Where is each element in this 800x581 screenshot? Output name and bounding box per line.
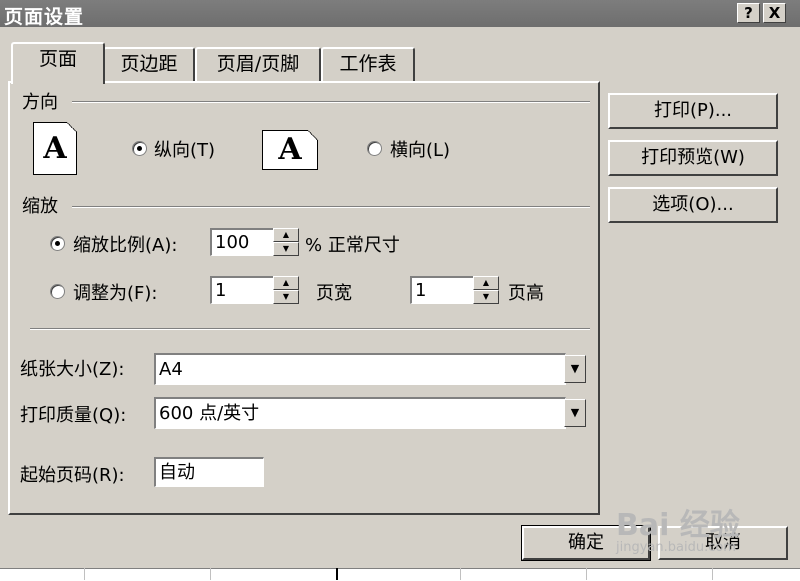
sheet-gridline xyxy=(336,568,338,580)
sheet-gridline xyxy=(84,568,85,580)
portrait-label[interactable]: 纵向(T) xyxy=(154,136,215,162)
sheet-gridline xyxy=(586,568,587,580)
sheet-gridline xyxy=(210,568,211,580)
fit-to-radio[interactable] xyxy=(50,284,65,299)
paper-size-label: 纸张大小(Z): xyxy=(20,359,125,380)
spin-up-icon[interactable]: ▲ xyxy=(473,276,499,290)
title-bar xyxy=(0,0,800,27)
adjust-to-radio[interactable] xyxy=(50,236,65,251)
baidu-watermark-logo: Bai 经验 xyxy=(616,508,740,543)
orientation-group-label: 方向 xyxy=(22,92,58,113)
orientation-divider xyxy=(72,101,590,103)
tab-header-footer[interactable]: 页眉/页脚 xyxy=(195,47,321,81)
options-button[interactable]: 选项(O)... xyxy=(608,187,778,223)
scaling-divider xyxy=(72,206,590,208)
tab-page[interactable]: 页面 xyxy=(11,42,105,84)
landscape-label[interactable]: 横向(L) xyxy=(390,136,450,162)
paper-size-select[interactable]: A4 xyxy=(154,353,566,385)
first-page-number-input[interactable]: 自动 xyxy=(154,457,264,487)
percent-normal-size-label: % 正常尺寸 xyxy=(305,235,400,256)
pages-wide-spinner[interactable]: ▲ ▼ xyxy=(273,276,299,304)
scale-percent-spinner[interactable]: ▲ ▼ xyxy=(273,228,299,256)
window-title: 页面设置 xyxy=(4,6,85,28)
portrait-radio[interactable] xyxy=(132,141,147,156)
watermark-url: jingyan.baidu.com xyxy=(616,540,736,555)
section-divider xyxy=(30,328,590,330)
pages-wide-label: 页宽 xyxy=(316,283,352,304)
spin-up-icon[interactable]: ▲ xyxy=(273,276,299,290)
portrait-page-icon: A xyxy=(33,122,77,175)
paper-size-dropdown-icon[interactable]: ▼ xyxy=(564,355,586,383)
tab-sheet[interactable]: 工作表 xyxy=(321,47,415,81)
spin-up-icon[interactable]: ▲ xyxy=(273,228,299,242)
sheet-gridline xyxy=(712,568,713,580)
help-button[interactable]: ? xyxy=(737,3,760,23)
first-page-number-label: 起始页码(R): xyxy=(20,465,125,486)
print-button[interactable]: 打印(P)... xyxy=(608,93,778,129)
tab-margins[interactable]: 页边距 xyxy=(103,47,195,81)
print-preview-button[interactable]: 打印预览(W) xyxy=(608,140,778,176)
sheet-gridline xyxy=(460,568,461,580)
fit-to-label[interactable]: 调整为(F): xyxy=(73,279,157,305)
close-button[interactable]: X xyxy=(763,3,786,23)
print-quality-dropdown-icon[interactable]: ▼ xyxy=(564,399,586,427)
pages-wide-input[interactable]: 1 xyxy=(210,276,274,304)
landscape-radio[interactable] xyxy=(367,141,382,156)
spin-down-icon[interactable]: ▼ xyxy=(473,290,499,304)
scaling-group-label: 缩放 xyxy=(22,196,58,217)
adjust-to-label[interactable]: 缩放比例(A): xyxy=(73,231,177,257)
print-quality-select[interactable]: 600 点/英寸 xyxy=(154,397,566,429)
background-sheet-strip xyxy=(0,568,800,581)
pages-tall-input[interactable]: 1 xyxy=(410,276,474,304)
spin-down-icon[interactable]: ▼ xyxy=(273,242,299,256)
landscape-page-icon: A xyxy=(262,130,318,170)
print-quality-label: 打印质量(Q): xyxy=(20,405,127,426)
scale-percent-input[interactable]: 100 xyxy=(210,228,274,256)
pages-tall-label: 页高 xyxy=(508,283,544,304)
spin-down-icon[interactable]: ▼ xyxy=(273,290,299,304)
pages-tall-spinner[interactable]: ▲ ▼ xyxy=(473,276,499,304)
